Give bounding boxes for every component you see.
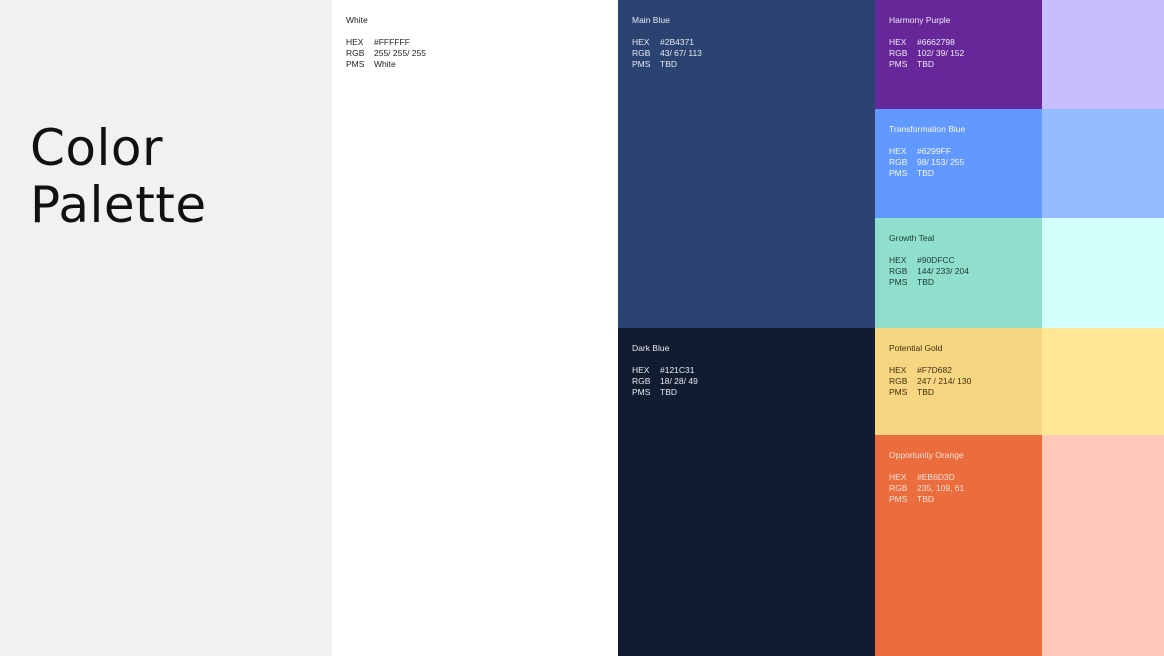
tint-orange — [1042, 435, 1164, 656]
pms-value: White — [374, 59, 396, 69]
pms-row: PMS TBD — [889, 494, 1028, 505]
swatch-transformation-blue: Transformation Blue HEX #6299FF RGB 98/ 15… — [875, 109, 1042, 218]
pms-label: PMS — [632, 387, 651, 397]
rgb-value: 144/ 233/ 204 — [917, 266, 969, 276]
swatch-opportunity-orange: Opportunity Orange HEX #EB6D3D RGB 235, 10… — [875, 435, 1042, 656]
rgb-label: RGB — [632, 376, 651, 386]
hex-value: #FFFFFF — [374, 37, 410, 47]
rgb-row: RGB 255/ 255/ 255 — [346, 48, 604, 59]
rgb-label: RGB — [889, 157, 908, 167]
pms-value: TBD — [660, 59, 677, 69]
pms-row: PMS TBD — [889, 387, 1028, 398]
hex-row: HEX #EB6D3D — [889, 472, 1028, 483]
rgb-row: RGB 144/ 233/ 204 — [889, 266, 1028, 277]
title-panel: Color Palette — [0, 0, 332, 656]
pms-label: PMS — [889, 277, 908, 287]
rgb-value: 235, 109, 61 — [917, 483, 965, 493]
hex-value: #F7D682 — [917, 365, 952, 375]
pms-row: PMS TBD — [889, 277, 1028, 288]
hex-value: #90DFCC — [917, 255, 955, 265]
hex-row: HEX #6662798 — [889, 37, 1028, 48]
pms-label: PMS — [889, 168, 908, 178]
rgb-value: 102/ 39/ 152 — [917, 48, 965, 58]
pms-label: PMS — [632, 59, 651, 69]
hex-row: HEX #121C31 — [632, 365, 861, 376]
swatch-name: Harmony Purple — [889, 15, 951, 25]
pms-value: TBD — [917, 277, 934, 287]
page-title: Color Palette — [30, 120, 207, 234]
tint-teal — [1042, 218, 1164, 328]
hex-label: HEX — [889, 37, 907, 47]
swatch-white: White HEX #FFFFFF RGB 255/ 255/ 255 PMS Whi… — [332, 0, 618, 656]
rgb-row: RGB 235, 109, 61 — [889, 483, 1028, 494]
rgb-row: RGB 18/ 28/ 49 — [632, 376, 861, 387]
swatch-main-blue: Main Blue HEX #2B4371 RGB 43/ 67/ 113 PMS T… — [618, 0, 875, 328]
rgb-label: RGB — [889, 266, 908, 276]
pms-label: PMS — [889, 387, 908, 397]
rgb-value: 18/ 28/ 49 — [660, 376, 698, 386]
tint-blue — [1042, 109, 1164, 218]
pms-label: PMS — [889, 59, 908, 69]
rgb-value: 98/ 153/ 255 — [917, 157, 965, 167]
swatch-potential-gold: Potential Gold HEX #F7D682 RGB 247 / 214/ … — [875, 328, 1042, 435]
pms-value: TBD — [917, 168, 934, 178]
hex-value: #6299FF — [917, 146, 952, 156]
swatch-growth-teal: Growth Teal HEX #90DFCC RGB 144/ 233/ 204 … — [875, 218, 1042, 328]
pms-value: TBD — [917, 59, 934, 69]
pms-value: TBD — [917, 494, 934, 504]
hex-value: #EB6D3D — [917, 472, 955, 482]
hex-label: HEX — [889, 365, 907, 375]
title-line-2: Palette — [30, 176, 207, 234]
rgb-label: RGB — [632, 48, 651, 58]
swatch-harmony-purple: Harmony Purple HEX #6662798 RGB 102/ 39/ 1… — [875, 0, 1042, 109]
pms-row: PMS White — [346, 59, 604, 70]
rgb-row: RGB 247 / 214/ 130 — [889, 376, 1028, 387]
hex-row: HEX #90DFCC — [889, 255, 1028, 266]
tint-purple — [1042, 0, 1164, 109]
hex-row: HEX #F7D682 — [889, 365, 1028, 376]
title-line-1: Color — [30, 119, 164, 177]
hex-label: HEX — [632, 365, 650, 375]
pms-row: PMS TBD — [632, 59, 861, 70]
hex-label: HEX — [632, 37, 650, 47]
rgb-value: 247 / 214/ 130 — [917, 376, 972, 386]
hex-label: HEX — [346, 37, 364, 47]
rgb-row: RGB 98/ 153/ 255 — [889, 157, 1028, 168]
swatch-name: White — [346, 15, 368, 25]
rgb-row: RGB 102/ 39/ 152 — [889, 48, 1028, 59]
rgb-row: RGB 43/ 67/ 113 — [632, 48, 861, 59]
hex-label: HEX — [889, 146, 907, 156]
pms-row: PMS TBD — [632, 387, 861, 398]
swatch-name: Opportunity Orange — [889, 450, 964, 460]
rgb-value: 43/ 67/ 113 — [660, 48, 702, 58]
pms-value: TBD — [917, 387, 934, 397]
swatch-name: Dark Blue — [632, 343, 670, 353]
hex-row: HEX #2B4371 — [632, 37, 861, 48]
pms-label: PMS — [889, 494, 908, 504]
pms-label: PMS — [346, 59, 365, 69]
rgb-label: RGB — [889, 48, 908, 58]
hex-row: HEX #6299FF — [889, 146, 1028, 157]
swatch-name: Transformation Blue — [889, 124, 966, 134]
pms-row: PMS TBD — [889, 168, 1028, 179]
swatch-name: Growth Teal — [889, 233, 935, 243]
hex-label: HEX — [889, 255, 907, 265]
hex-label: HEX — [889, 472, 907, 482]
rgb-value: 255/ 255/ 255 — [374, 48, 426, 58]
swatch-dark-blue: Dark Blue HEX #121C31 RGB 18/ 28/ 49 PMS TB… — [618, 328, 875, 656]
hex-row: HEX #FFFFFF — [346, 37, 604, 48]
swatch-name: Main Blue — [632, 15, 670, 25]
tint-gold — [1042, 328, 1164, 435]
hex-value: #6662798 — [917, 37, 955, 47]
swatch-name: Potential Gold — [889, 343, 943, 353]
rgb-label: RGB — [889, 376, 908, 386]
rgb-label: RGB — [346, 48, 365, 58]
pms-row: PMS TBD — [889, 59, 1028, 70]
hex-value: #2B4371 — [660, 37, 695, 47]
hex-value: #121C31 — [660, 365, 695, 375]
pms-value: TBD — [660, 387, 677, 397]
rgb-label: RGB — [889, 483, 908, 493]
